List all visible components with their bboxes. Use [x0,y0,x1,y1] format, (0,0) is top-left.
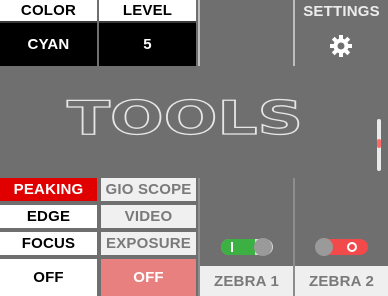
zebra-2-off-mark [347,242,357,252]
scope-off-button[interactable]: OFF [101,259,196,296]
zebra-1-label: ZEBRA 1 [200,266,293,296]
zebra-2-label: ZEBRA 2 [295,266,388,296]
scrollbar-thumb[interactable] [377,139,381,148]
zebra-1-toggle-fill [221,239,255,255]
zebra-1-toggle[interactable] [221,238,273,256]
gear-icon [330,35,352,57]
gio-scope-button[interactable]: GIO SCOPE [101,178,196,201]
level-label: LEVEL [99,0,196,21]
peaking-off-button[interactable]: OFF [0,259,97,296]
zebra-2-toggle-knob [315,238,333,256]
color-label: COLOR [0,0,97,21]
zebra-1-toggle-knob [254,238,272,256]
zebra-2-control[interactable]: ZEBRA 2 [295,232,388,296]
settings-label: SETTINGS [303,2,380,20]
exposure-button[interactable]: EXPOSURE [101,232,196,255]
edge-button[interactable]: EDGE [0,205,97,228]
level-value-button[interactable]: 5 [99,23,196,66]
zebra-1-control[interactable]: ZEBRA 1 [200,232,293,296]
top-divider-1 [198,0,200,66]
level-divider [99,21,196,23]
color-divider [0,21,97,23]
settings-button[interactable]: SETTINGS [295,0,388,66]
color-value-button[interactable]: CYAN [0,23,97,66]
peaking-button[interactable]: PEAKING [0,178,97,201]
tools-title: TOOLS [66,92,303,142]
tools-title-text: TOOLS [67,92,303,142]
zebra-1-on-mark [231,242,233,252]
zebra-2-toggle[interactable] [315,238,368,256]
focus-button[interactable]: FOCUS [0,232,97,255]
video-button[interactable]: VIDEO [101,205,196,228]
